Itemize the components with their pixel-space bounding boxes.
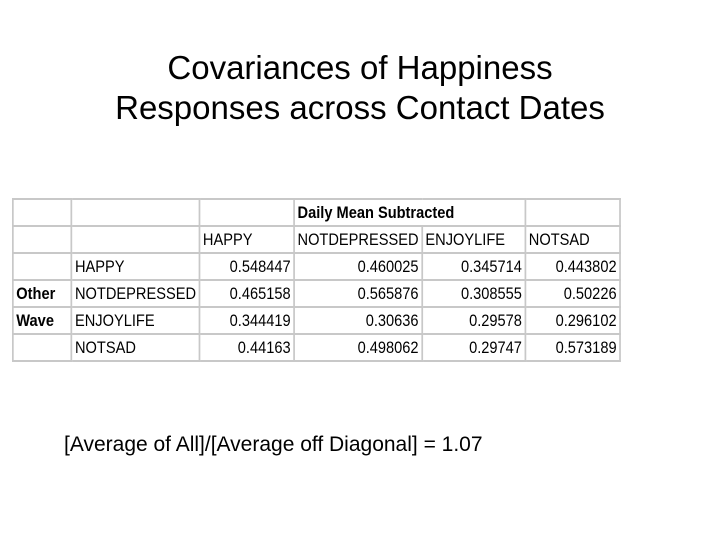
table-cell-empty — [11, 225, 73, 254]
row-header: NOTDEPRESSED — [70, 279, 201, 308]
table-cell: 0.344419 — [198, 306, 295, 335]
slide-title-line-2: Responses across Contact Dates — [115, 89, 605, 126]
slide-title-line-1: Covariances of Happiness — [167, 49, 553, 86]
table-cell: 0.30636 — [293, 306, 423, 335]
table-cell: 0.44163 — [198, 333, 295, 362]
column-header-enjoylife: ENJOYLIFE — [421, 225, 527, 254]
column-header-notdepressed: NOTDEPRESSED — [293, 225, 423, 254]
table-cell-empty — [198, 198, 295, 227]
covariance-table: Daily Mean Subtracted HAPPY NOTDEPRESSED… — [11, 198, 621, 362]
table-cell: 0.460025 — [293, 252, 423, 281]
column-header-happy: HAPPY — [198, 225, 295, 254]
table-row: Wave ENJOYLIFE 0.344419 0.30636 0.29578 … — [11, 306, 621, 335]
table-row: Other NOTDEPRESSED 0.465158 0.565876 0.3… — [11, 279, 621, 308]
table-cell: 0.465158 — [198, 279, 295, 308]
table-group-header-row: Daily Mean Subtracted — [11, 198, 621, 227]
row-header: HAPPY — [70, 252, 201, 281]
row-header: ENJOYLIFE — [70, 306, 201, 335]
table-cell: 0.29578 — [421, 306, 527, 335]
table-column-header-row: HAPPY NOTDEPRESSED ENJOYLIFE NOTSAD — [11, 225, 621, 254]
table-cell-empty — [70, 198, 201, 227]
table-cell-empty — [11, 252, 73, 281]
table-cell: 0.296102 — [524, 306, 621, 335]
table-cell: 0.50226 — [524, 279, 621, 308]
ratio-note: [Average of All]/[Average off Diagonal] … — [64, 433, 483, 456]
table-cell: 0.565876 — [293, 279, 423, 308]
table-row: NOTSAD 0.44163 0.498062 0.29747 0.573189 — [11, 333, 621, 362]
row-group-label-other: Other — [11, 279, 73, 308]
table-cell: 0.498062 — [293, 333, 423, 362]
table-cell: 0.548447 — [198, 252, 295, 281]
table-cell: 0.345714 — [421, 252, 527, 281]
row-group-label-wave: Wave — [11, 306, 73, 335]
table-cell: 0.443802 — [524, 252, 621, 281]
table-cell: 0.29747 — [421, 333, 527, 362]
table-cell-empty — [70, 225, 201, 254]
table-cell-empty — [11, 198, 73, 227]
slide-title: Covariances of Happiness Responses acros… — [0, 48, 720, 128]
group-header-daily-mean-subtracted: Daily Mean Subtracted — [293, 198, 527, 227]
table-cell: 0.308555 — [421, 279, 527, 308]
table-cell-empty — [11, 333, 73, 362]
table-cell-empty — [524, 198, 621, 227]
row-header: NOTSAD — [70, 333, 201, 362]
table-row: HAPPY 0.548447 0.460025 0.345714 0.44380… — [11, 252, 621, 281]
column-header-notsad: NOTSAD — [524, 225, 621, 254]
table-cell: 0.573189 — [524, 333, 621, 362]
